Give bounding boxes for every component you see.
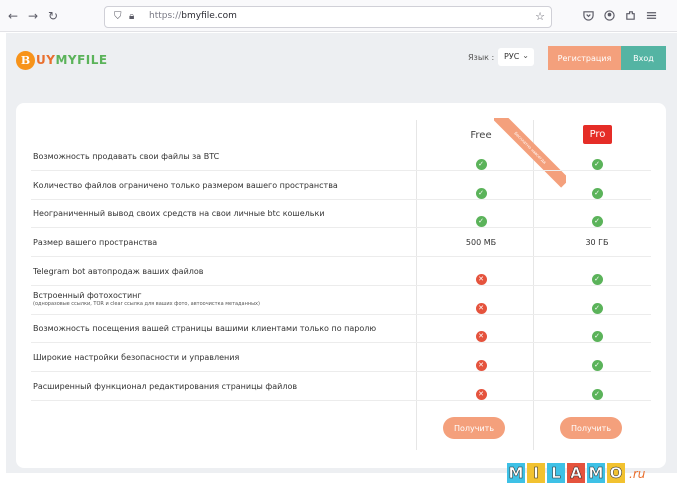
menu-icon[interactable] xyxy=(646,10,657,21)
get-free-button[interactable]: Получить xyxy=(443,417,505,439)
watermark-letter: O xyxy=(607,463,625,483)
feature-row: Расширенный функционал редактирования ст… xyxy=(31,373,651,401)
feature-label: Неограниченный вывод своих средств на св… xyxy=(33,209,325,219)
pro-cell: ✓ xyxy=(567,381,627,400)
feature-label: Встроенный фотохостинг (одноразовые ссылк… xyxy=(33,290,260,307)
url-text[interactable]: https://bmyfile.com xyxy=(149,11,237,21)
feature-label: Расширенный функционал редактирования ст… xyxy=(33,381,298,391)
pricing-card: Free Бесплатно навсегда Pro Возможность … xyxy=(16,103,666,468)
account-icon[interactable] xyxy=(604,10,615,21)
logo-text: UYMYFILE xyxy=(36,53,108,67)
watermark-domain: .ru xyxy=(629,467,646,481)
feature-row: Широкие настройки безопасности и управле… xyxy=(31,344,651,372)
feature-sublabel: (одноразовые ссылки, TOR и clear ссылка … xyxy=(33,300,260,307)
feature-row: Возможность посещения вашей страницы ваш… xyxy=(31,315,651,344)
feature-row: Возможность продавать свои файлы за BTC ✓… xyxy=(31,143,651,171)
login-button[interactable]: Вход xyxy=(621,46,666,70)
watermark-letter: M xyxy=(587,463,605,483)
feature-row: Размер вашего пространства 500 МБ 30 ГБ xyxy=(31,229,651,258)
check-icon: ✓ xyxy=(475,159,487,170)
extensions-icon[interactable] xyxy=(625,10,636,21)
free-cell: ✕ xyxy=(451,266,511,285)
cross-icon: ✕ xyxy=(475,331,487,343)
feature-label: Возможность посещения вашей страницы ваш… xyxy=(33,324,377,334)
watermark-letter: L xyxy=(547,463,565,483)
check-icon: ✓ xyxy=(591,216,603,228)
browser-toolbar: ← → ↻ ⛉ 🔒︎ https://bmyfile.com ☆ xyxy=(0,0,677,32)
watermark-letter: M xyxy=(507,463,525,483)
register-button[interactable]: Регистрация xyxy=(548,46,621,70)
check-icon: ✓ xyxy=(591,302,603,314)
feature-label: Размер вашего пространства xyxy=(33,238,158,248)
feature-label: Telegram bot автопродаж ваших файлов xyxy=(33,266,204,276)
cross-icon: ✕ xyxy=(475,388,487,400)
cross-icon: ✕ xyxy=(475,273,487,285)
reload-icon[interactable]: ↻ xyxy=(48,9,58,23)
pro-cell: ✓ xyxy=(567,352,627,371)
pro-cell: ✓ xyxy=(567,295,627,314)
chevron-down-icon: ⌄ xyxy=(522,51,529,60)
check-icon: ✓ xyxy=(475,187,487,199)
milamo-watermark: M I L A M O .ru xyxy=(507,460,645,483)
free-cell: ✓ xyxy=(451,208,511,228)
pro-cell: ✓ xyxy=(567,208,627,228)
free-cell: ✕ xyxy=(451,352,511,371)
forward-arrow-icon[interactable]: → xyxy=(28,9,38,23)
check-icon: ✓ xyxy=(591,187,603,199)
watermark-letter: A xyxy=(567,463,585,483)
check-icon: ✓ xyxy=(591,273,603,285)
get-pro-button[interactable]: Получить xyxy=(560,417,622,439)
feature-row: Встроенный фотохостинг (одноразовые ссылк… xyxy=(31,287,651,315)
bitcoin-logo-icon: B xyxy=(16,50,35,70)
address-bar[interactable]: ⛉ 🔒︎ https://bmyfile.com ☆ xyxy=(104,6,552,28)
free-value: 500 МБ xyxy=(465,238,497,248)
bookmark-star-icon[interactable]: ☆ xyxy=(535,10,545,23)
pocket-icon[interactable] xyxy=(583,10,594,21)
language-label: Язык : xyxy=(468,53,495,62)
language-value: РУС xyxy=(504,52,520,61)
pro-value: 30 ГБ xyxy=(585,238,609,248)
free-cell: ✕ xyxy=(451,323,511,343)
check-icon: ✓ xyxy=(591,359,603,371)
check-icon: ✓ xyxy=(591,388,603,400)
pro-cell: ✓ xyxy=(567,180,627,199)
lock-icon[interactable]: 🔒︎ xyxy=(129,11,134,22)
pro-cell: ✓ xyxy=(567,266,627,285)
cross-icon: ✕ xyxy=(475,302,487,314)
shield-icon[interactable]: ⛉ xyxy=(114,11,122,22)
watermark-letter: I xyxy=(527,463,545,483)
feature-label: Широкие настройки безопасности и управле… xyxy=(33,352,240,362)
free-cell: ✕ xyxy=(451,381,511,400)
free-cell: ✓ xyxy=(451,151,511,170)
cross-icon: ✕ xyxy=(475,359,487,371)
feature-label: Возможность продавать свои файлы за BTC xyxy=(33,152,220,161)
pro-cell: ✓ xyxy=(567,151,627,170)
feature-row: Telegram bot автопродаж ваших файлов ✕ ✓ xyxy=(31,258,651,286)
free-cell: ✕ xyxy=(451,295,511,314)
check-icon: ✓ xyxy=(591,331,603,343)
site-logo[interactable]: B UYMYFILE xyxy=(16,49,108,71)
pro-plan-badge: Pro xyxy=(583,125,612,144)
page-background: B UYMYFILE Язык : РУС ⌄ Регистрация Вход… xyxy=(6,33,677,473)
check-icon: ✓ xyxy=(475,216,487,228)
back-arrow-icon[interactable]: ← xyxy=(8,9,18,23)
feature-label: Количество файлов ограничено только разм… xyxy=(33,180,338,190)
free-cell: ✓ xyxy=(451,180,511,199)
pro-cell: ✓ xyxy=(567,323,627,343)
feature-row: Неограниченный вывод своих средств на св… xyxy=(31,200,651,229)
feature-row: Количество файлов ограничено только разм… xyxy=(31,172,651,200)
check-icon: ✓ xyxy=(591,159,603,170)
language-select[interactable]: РУС ⌄ xyxy=(498,48,534,66)
